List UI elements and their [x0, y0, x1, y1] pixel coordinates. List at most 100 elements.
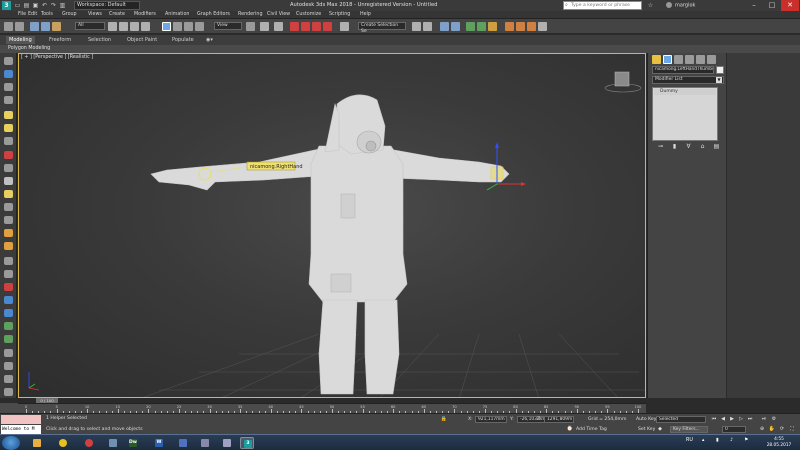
tab-freeform[interactable]: Freeform: [46, 36, 74, 44]
window-crossing-icon[interactable]: [141, 22, 150, 31]
maxscript-listener[interactable]: Welcome to M: [1, 415, 41, 434]
select-by-name-icon[interactable]: [119, 22, 128, 31]
render-icon[interactable]: [4, 349, 13, 357]
tab-selection[interactable]: Selection: [85, 36, 114, 44]
link-icon[interactable]: [30, 22, 39, 31]
project-folder-icon[interactable]: ▥: [59, 2, 66, 9]
grid-icon[interactable]: [4, 96, 13, 104]
create-tab-icon[interactable]: [652, 55, 661, 64]
show-end-result-icon[interactable]: ▮: [670, 143, 679, 150]
pin-stack-icon[interactable]: ⊸: [656, 143, 665, 150]
cone-icon[interactable]: [4, 216, 13, 224]
bind-space-warp-icon[interactable]: [52, 22, 61, 31]
new-file-icon[interactable]: ▭: [14, 2, 21, 9]
object-color-swatch[interactable]: [716, 66, 724, 74]
configure-sets-icon[interactable]: ▤: [712, 143, 721, 150]
taskbar-3ds-max[interactable]: 3: [240, 437, 254, 449]
render-production-icon[interactable]: [527, 22, 536, 31]
save-file-icon[interactable]: ▣: [32, 2, 39, 9]
particle-icon[interactable]: [4, 335, 13, 343]
viewport-label[interactable]: [ + ] [Perspective ] [Realistic ]: [21, 55, 93, 60]
undo-button-icon[interactable]: [4, 22, 13, 31]
menu-scripting[interactable]: Scripting: [329, 12, 350, 17]
zoom-viewport-icon[interactable]: ⊕: [758, 426, 766, 433]
set-keys-icon[interactable]: ◆: [656, 426, 664, 433]
maxscript-output[interactable]: Welcome to M: [1, 425, 41, 434]
pan-viewport-icon[interactable]: ✋: [768, 426, 776, 433]
taskbar-dreamweaver[interactable]: Dw: [126, 437, 140, 449]
create-sphere-icon[interactable]: [4, 70, 13, 78]
motion-icon[interactable]: [4, 270, 13, 278]
shape-icon[interactable]: [4, 190, 13, 198]
key-filter-selected[interactable]: Selected: [656, 416, 706, 423]
menu-edit[interactable]: Edit: [28, 12, 37, 17]
tool-icon[interactable]: [4, 137, 13, 145]
edit-named-selection-icon[interactable]: [340, 22, 349, 31]
menu-group[interactable]: Group: [62, 12, 77, 17]
taskbar-app9[interactable]: [220, 437, 234, 449]
character-model[interactable]: [150, 94, 510, 395]
taskbar-photos[interactable]: [106, 437, 120, 449]
scale-icon[interactable]: [184, 22, 193, 31]
hierarchy-icon[interactable]: [4, 257, 13, 265]
rendered-frame-icon[interactable]: [516, 22, 525, 31]
light-icon[interactable]: [4, 124, 13, 132]
gizmo-y-axis[interactable]: [486, 183, 498, 191]
taskbar-clock[interactable]: 4:55 28.05.2017: [762, 437, 796, 449]
light-bulb-icon[interactable]: [4, 111, 13, 119]
tray-volume-icon[interactable]: ♪: [730, 438, 733, 443]
menu-graph-editors[interactable]: Graph Editors: [197, 12, 230, 17]
system-icon[interactable]: [4, 229, 13, 237]
search-star-icon[interactable]: ☆: [647, 2, 654, 9]
display-tab-icon[interactable]: [696, 55, 705, 64]
tray-network-icon[interactable]: ▮: [716, 438, 719, 443]
rect-selection-icon[interactable]: [130, 22, 139, 31]
menu-rendering[interactable]: Rendering: [238, 12, 263, 17]
gizmo-z-arrow[interactable]: [495, 142, 499, 148]
unlink-icon[interactable]: [41, 22, 50, 31]
menu-animation[interactable]: Animation: [165, 12, 189, 17]
curve-editor-icon[interactable]: [466, 22, 475, 31]
placement-icon[interactable]: [195, 22, 204, 31]
isolate-icon[interactable]: [4, 388, 13, 396]
taskbar-app8[interactable]: [198, 437, 212, 449]
mirror-icon[interactable]: [412, 22, 421, 31]
object-name-field[interactable]: nicamong.LeftHandThumb4: [652, 66, 714, 74]
helper-icon[interactable]: [4, 177, 13, 185]
set-key-button[interactable]: Set Key: [638, 427, 655, 432]
select-object-icon[interactable]: [108, 22, 117, 31]
time-config-icon[interactable]: ⚙: [770, 416, 778, 423]
render-in-cloud-icon[interactable]: [538, 22, 547, 31]
maxscript-macro-recorder[interactable]: [1, 415, 41, 424]
prev-frame-icon[interactable]: ◀: [719, 416, 727, 423]
display-icon[interactable]: [4, 309, 13, 317]
layout-icon[interactable]: [4, 57, 13, 65]
open-file-icon[interactable]: ▤: [23, 2, 30, 9]
taskbar-app2[interactable]: [56, 437, 70, 449]
camera-icon[interactable]: [4, 164, 13, 172]
gizmo-x-arrow[interactable]: [521, 182, 526, 186]
tab-populate[interactable]: Populate: [169, 36, 197, 44]
user-account[interactable]: marglok: [666, 2, 695, 9]
redo-icon[interactable]: ↷: [50, 2, 57, 9]
lock-selection-icon[interactable]: 🔒: [440, 416, 448, 423]
menu-customize[interactable]: Customize: [296, 12, 321, 17]
modify-tab-icon[interactable]: [663, 55, 672, 64]
make-unique-icon[interactable]: ∀: [684, 143, 693, 150]
menu-help[interactable]: Help: [360, 12, 371, 17]
x-coord-field[interactable]: 921,117mm: [475, 416, 507, 423]
current-frame-field[interactable]: 0: [722, 426, 746, 433]
list-icon[interactable]: [4, 83, 13, 91]
brush-icon[interactable]: [4, 283, 13, 291]
selection-filter-dropdown[interactable]: All: [75, 22, 105, 30]
taskbar-explorer[interactable]: [30, 437, 44, 449]
tab-modeling[interactable]: Modeling: [6, 36, 35, 44]
angle-snap-icon[interactable]: [301, 22, 310, 31]
rotate-icon[interactable]: [173, 22, 182, 31]
named-selection-dropdown[interactable]: Create Selection Se: [358, 22, 406, 34]
sphere-display-icon[interactable]: [4, 375, 13, 383]
workspace-dropdown[interactable]: Workspace: Default: [74, 1, 140, 10]
redo-button-icon[interactable]: [15, 22, 24, 31]
spline-icon[interactable]: [4, 203, 13, 211]
modifier-list-dropdown[interactable]: Modifier List ▼: [652, 76, 724, 84]
